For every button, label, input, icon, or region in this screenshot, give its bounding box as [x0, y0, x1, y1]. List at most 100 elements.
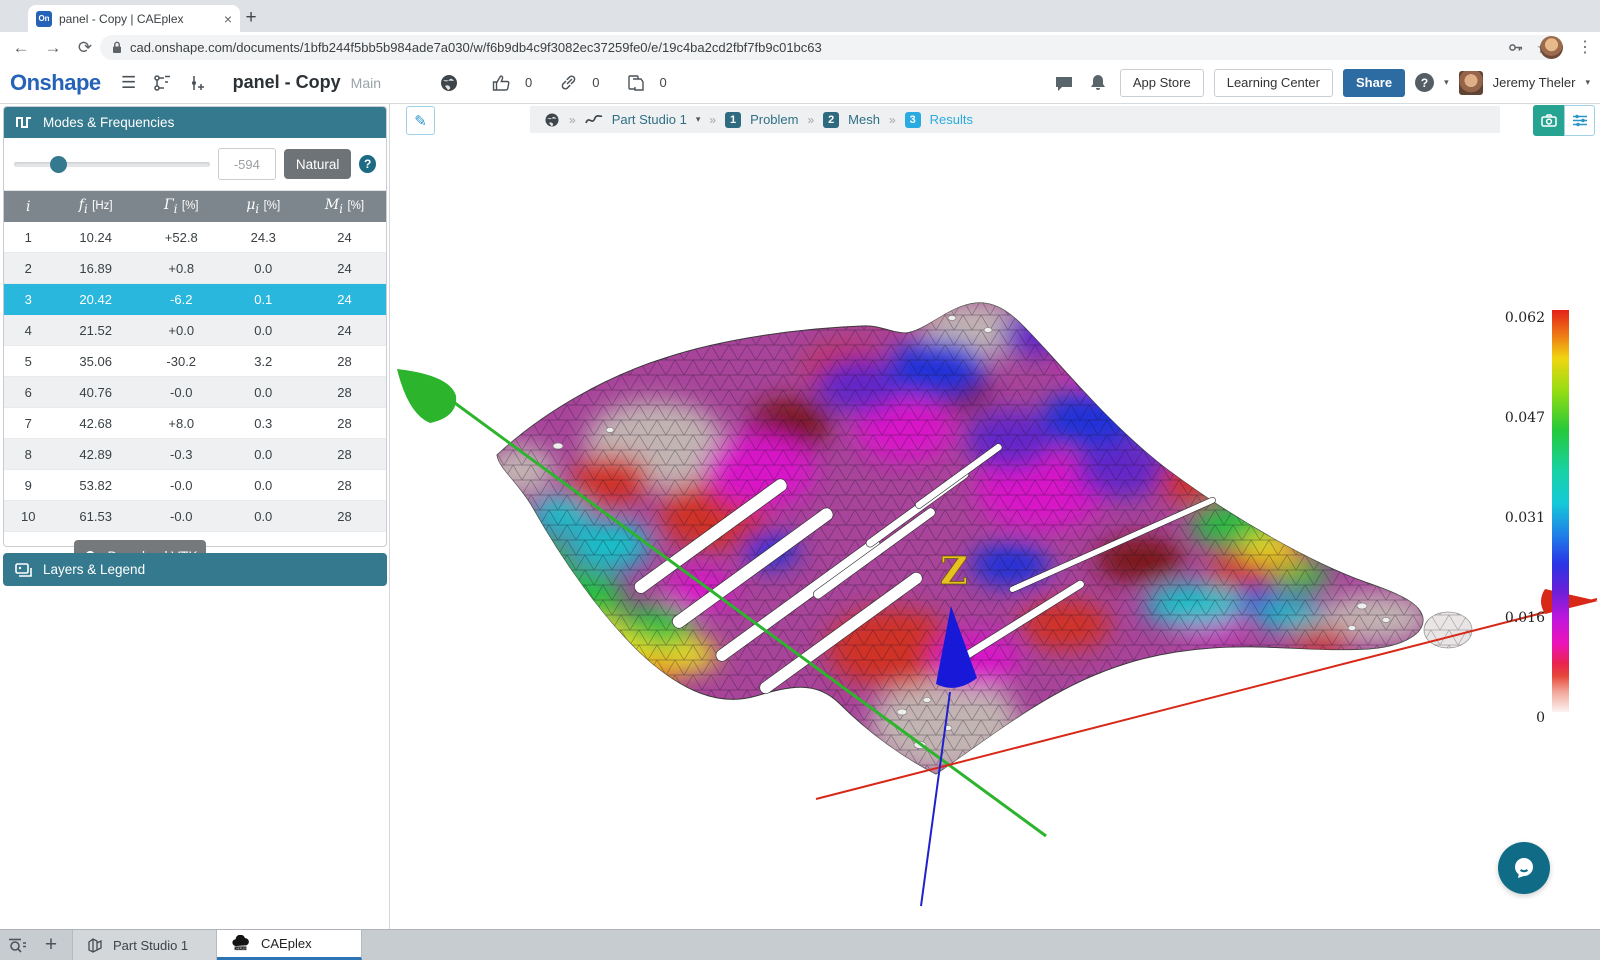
tab-close-icon[interactable]: × — [224, 12, 232, 26]
user-caret-icon[interactable]: ▾ — [1585, 77, 1590, 88]
view-settings-button[interactable] — [1564, 105, 1595, 136]
reload-icon[interactable]: ⟳ — [72, 35, 98, 61]
table-row[interactable]: 742.68+8.00.328 — [4, 408, 386, 439]
notifications-bell-icon[interactable] — [1086, 71, 1110, 95]
browser-tab[interactable]: On panel - Copy | CAEplex × — [28, 5, 240, 32]
table-row[interactable]: 421.52+0.00.024 — [4, 315, 386, 346]
key-icon[interactable] — [1508, 40, 1523, 55]
chat-widget-button[interactable] — [1498, 842, 1550, 894]
table-row[interactable]: 535.06-30.23.228 — [4, 346, 386, 377]
main-menu-icon[interactable]: ☰ — [117, 71, 141, 95]
viewport-3d[interactable]: Z 0.062 0.047 0.031 0.016 0 ✎ » Par — [390, 104, 1600, 929]
table-row[interactable]: 1061.53-0.00.028 — [4, 501, 386, 532]
colorbar-tick: 0.031 — [1505, 510, 1545, 526]
colorbar-tick: 0.047 — [1505, 410, 1545, 426]
table-row[interactable]: 110.24+52.824.324 — [4, 222, 386, 253]
table-row[interactable]: 216.89+0.80.024 — [4, 253, 386, 284]
layers-image-icon — [15, 563, 32, 577]
share-button[interactable]: Share — [1343, 69, 1405, 97]
link-icon[interactable] — [556, 71, 580, 95]
tab-caeplex[interactable]: CAEPLEX CAEplex — [217, 930, 362, 960]
step-badge-problem: 1 — [725, 112, 741, 128]
table-row[interactable]: 953.82-0.00.028 — [4, 470, 386, 501]
new-tab-button[interactable]: + — [238, 5, 264, 31]
part-studio-caret-icon[interactable]: ▾ — [696, 114, 701, 125]
modes-panel: Modes & Frequencies Natural ? i fi [Hz] … — [3, 106, 387, 547]
workspace-name[interactable]: Main — [351, 75, 381, 91]
url-text: cad.onshape.com/documents/1bfb244f5bb5b9… — [130, 40, 822, 55]
modes-panel-header[interactable]: Modes & Frequencies — [4, 107, 386, 138]
breadcrumb-results[interactable]: Results — [930, 112, 973, 127]
layers-panel-header[interactable]: Layers & Legend — [3, 553, 387, 586]
edit-problem-button[interactable]: ✎ — [406, 106, 435, 135]
like-icon[interactable] — [489, 71, 513, 95]
camera-icon — [1541, 114, 1557, 127]
comments-icon[interactable] — [1052, 71, 1076, 95]
breadcrumb: » Part Studio 1 ▾ » 1 Problem » 2 Mesh »… — [530, 106, 1500, 133]
browser-toolbar: ← → ⟳ cad.onshape.com/documents/1bfb244f… — [0, 32, 1600, 62]
undeformed-ghost — [1424, 612, 1472, 648]
tab-label: CAEplex — [261, 936, 312, 951]
z-axis-label: Z — [940, 548, 968, 593]
screenshot-button[interactable] — [1533, 105, 1564, 136]
colorbar-tick: 0.016 — [1505, 610, 1545, 626]
document-title: panel - Copy — [233, 72, 341, 93]
step-badge-results: 3 — [905, 112, 921, 128]
user-avatar[interactable] — [1459, 71, 1483, 95]
waveform-icon — [16, 116, 32, 129]
add-tab-icon[interactable]: + — [34, 930, 68, 960]
globe-icon[interactable] — [544, 112, 560, 128]
breadcrumb-part-studio[interactable]: Part Studio 1 — [612, 112, 687, 127]
tab-label: Part Studio 1 — [113, 938, 188, 953]
chat-bubble-icon — [1511, 855, 1537, 881]
colorbar-tick: 0.062 — [1505, 310, 1545, 326]
onshape-header: Onshape ☰ panel - Copy Main 0 0 0 — [0, 62, 1600, 104]
help-caret-icon[interactable]: ▾ — [1444, 77, 1449, 88]
table-row-selected[interactable]: 320.42-6.20.124 — [4, 284, 386, 315]
create-version-icon[interactable] — [185, 71, 209, 95]
onshape-logo[interactable]: Onshape — [10, 70, 101, 96]
colorbar: 0.062 0.047 0.031 0.016 0 — [1505, 310, 1569, 726]
fem-scene: Z 0.062 0.047 0.031 0.016 0 — [390, 104, 1600, 929]
browser-window: On panel - Copy | CAEplex × + ← → ⟳ cad.… — [0, 0, 1600, 960]
modes-table: i fi [Hz] Γi [%] μi [%] Mi [%] 110.24+52… — [4, 191, 386, 532]
breadcrumb-problem[interactable]: Problem — [750, 112, 798, 127]
copy-count: 0 — [659, 75, 666, 90]
caeplex-logo-icon: CAEPLEX — [231, 935, 253, 953]
onshape-favicon: On — [36, 11, 52, 27]
svg-text:CAEPLEX: CAEPLEX — [234, 946, 247, 950]
modes-table-header: i fi [Hz] Γi [%] μi [%] Mi [%] — [4, 191, 386, 222]
breadcrumb-separator: » — [709, 113, 716, 127]
y-axis-arrow — [397, 369, 456, 423]
tab-part-studio[interactable]: Part Studio 1 — [72, 930, 217, 960]
mode-slider-knob[interactable] — [50, 156, 67, 173]
chrome-menu-icon[interactable]: ⋮ — [1575, 35, 1595, 61]
breadcrumb-separator: » — [569, 113, 576, 127]
browser-tab-title: panel - Copy | CAEplex — [59, 12, 217, 26]
frequency-input[interactable] — [218, 148, 276, 180]
layers-panel-title: Layers & Legend — [43, 562, 145, 577]
modes-panel-title: Modes & Frequencies — [43, 115, 174, 130]
forward-icon[interactable]: → — [40, 35, 66, 61]
view-buttons — [1533, 105, 1595, 136]
versions-icon[interactable] — [151, 71, 175, 95]
copy-icon[interactable] — [623, 71, 647, 95]
search-tabs-icon[interactable] — [0, 930, 34, 960]
user-name: Jeremy Theler — [1493, 75, 1576, 90]
mode-slider[interactable] — [14, 162, 210, 167]
breadcrumb-mesh[interactable]: Mesh — [848, 112, 880, 127]
globe-icon[interactable] — [437, 71, 461, 95]
breadcrumb-separator: » — [807, 113, 814, 127]
table-row[interactable]: 842.89-0.30.028 — [4, 439, 386, 470]
help-icon[interactable]: ? — [1415, 73, 1434, 92]
back-icon[interactable]: ← — [8, 35, 34, 61]
app-store-button[interactable]: App Store — [1120, 69, 1204, 97]
help-circle-icon[interactable]: ? — [359, 155, 376, 173]
natural-mode-button[interactable]: Natural — [284, 149, 352, 179]
browser-tabstrip: On panel - Copy | CAEplex × + — [0, 0, 1600, 32]
chrome-profile-avatar[interactable] — [1540, 36, 1563, 59]
learning-center-button[interactable]: Learning Center — [1214, 69, 1333, 97]
lock-icon — [112, 41, 122, 54]
table-row[interactable]: 640.76-0.00.028 — [4, 377, 386, 408]
address-bar[interactable]: cad.onshape.com/documents/1bfb244f5bb5b9… — [100, 35, 1560, 60]
